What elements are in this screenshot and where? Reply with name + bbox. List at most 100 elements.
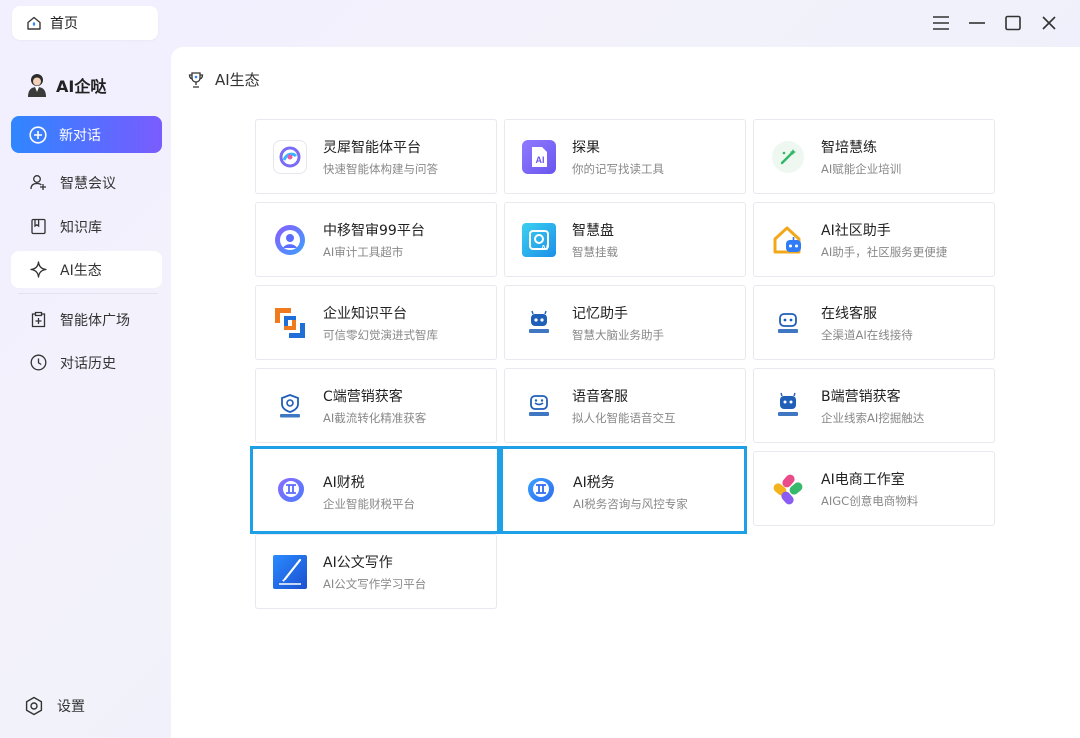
card-title: 灵犀智能体平台: [323, 140, 421, 156]
sidebar-item-ai-ecosystem[interactable]: AI生态: [11, 251, 162, 288]
app-card-zhihuipan[interactable]: AI 智慧盘 智慧挂载: [504, 202, 746, 277]
sidebar-item-label: 对话历史: [60, 355, 116, 372]
c-marketing-icon: [272, 388, 307, 423]
wand-logo-icon: [770, 139, 805, 174]
sidebar-item-label: 智能体广场: [60, 312, 130, 329]
card-title: B端营销获客: [821, 389, 901, 405]
card-title: AI社区助手: [821, 223, 891, 239]
sidebar-item-history[interactable]: 对话历史: [11, 344, 162, 381]
card-subtitle: AI助手，社区服务更便捷: [821, 245, 948, 259]
card-title: 智培慧练: [821, 140, 877, 156]
card-subtitle: 智慧挂载: [572, 245, 618, 259]
app-card-tanguo[interactable]: AI 探果 你的记写找读工具: [504, 119, 746, 194]
card-subtitle: 企业线索AI挖掘触达: [821, 411, 925, 425]
svg-text:AI: AI: [541, 245, 548, 252]
b-marketing-icon: [770, 388, 805, 423]
settings-icon: [25, 696, 43, 716]
menu-icon[interactable]: [930, 12, 952, 34]
sidebar-item-label: AI生态: [60, 262, 102, 279]
sparkle-icon: [30, 261, 47, 278]
settings-label: 设置: [57, 699, 85, 715]
brand: AI企哒: [26, 72, 106, 98]
app-card-voice-service[interactable]: 语音客服 拟人化智能语音交互: [504, 368, 746, 443]
lingxi-logo-icon: [272, 139, 307, 174]
card-subtitle: 可信零幻觉演进式智库: [323, 328, 438, 342]
app-card-zhongyi[interactable]: 中移智审99平台 AI审计工具超市: [255, 202, 497, 277]
card-subtitle: AI截流转化精准获客: [323, 411, 427, 425]
app-card-zhipei[interactable]: 智培慧练 AI赋能企业培训: [753, 119, 995, 194]
tax-logo-icon: [523, 473, 558, 508]
sidebar-item-meeting[interactable]: 智慧会议: [11, 164, 162, 201]
card-title: 记忆助手: [572, 306, 628, 322]
tax-logo-icon: [273, 473, 308, 508]
sidebar-item-agent-plaza[interactable]: 智能体广场: [11, 301, 162, 338]
brand-name: AI企哒: [56, 77, 107, 96]
sidebar-item-label: 智慧会议: [60, 175, 116, 192]
sidebar-item-label: 知识库: [60, 219, 102, 236]
square-plus-icon: [31, 311, 46, 328]
card-subtitle: AI赋能企业培训: [821, 162, 902, 176]
card-subtitle: 全渠道AI在线接待: [821, 328, 913, 342]
trophy-icon: [188, 71, 204, 88]
card-subtitle: AI公文写作学习平台: [323, 577, 427, 591]
card-title: 语音客服: [572, 389, 628, 405]
card-subtitle: AI税务咨询与风控专家: [573, 497, 688, 511]
app-card-lingxi[interactable]: 灵犀智能体平台 快速智能体构建与问答: [255, 119, 497, 194]
card-title: 探果: [572, 140, 600, 156]
ecommerce-logo-icon: [770, 471, 805, 506]
svg-text:AI: AI: [535, 155, 544, 165]
page-title: AI生态: [187, 69, 260, 90]
card-title: AI财税: [323, 475, 365, 491]
card-subtitle: 智慧大脑业务助手: [572, 328, 664, 342]
card-title: AI电商工作室: [821, 472, 905, 488]
app-card-enterprise-knowledge[interactable]: 企业知识平台 可信零幻觉演进式智库: [255, 285, 497, 360]
app-card-community[interactable]: AI社区助手 AI助手，社区服务更便捷: [753, 202, 995, 277]
new-chat-label: 新对话: [59, 127, 101, 144]
tab-home[interactable]: 首页: [12, 6, 158, 40]
card-title: AI税务: [573, 475, 615, 491]
app-card-ai-shuiwu[interactable]: AI税务 AI税务咨询与风控专家: [500, 446, 747, 534]
voice-bot-icon: [521, 388, 556, 423]
settings-button[interactable]: 设置: [24, 696, 85, 716]
card-subtitle: 拟人化智能语音交互: [572, 411, 676, 425]
card-subtitle: 企业智能财税平台: [323, 497, 415, 511]
maximize-icon[interactable]: [1002, 12, 1024, 34]
card-title: 在线客服: [821, 306, 877, 322]
main-panel: AI生态 灵犀智能体平台 快速智能体构建与问答 AI 探果 你的记写找读工具 智…: [171, 47, 1080, 738]
card-title: C端营销获客: [323, 389, 403, 405]
tanguo-logo-icon: AI: [521, 139, 556, 174]
card-title: 中移智审99平台: [323, 223, 425, 239]
app-card-online-service[interactable]: 在线客服 全渠道AI在线接待: [753, 285, 995, 360]
tab-home-label: 首页: [50, 16, 78, 32]
new-chat-button[interactable]: 新对话: [11, 116, 162, 153]
user-add-icon: [30, 175, 46, 190]
title-bar: 首页: [0, 0, 1080, 46]
knowledge-logo-icon: [272, 305, 307, 340]
app-card-b-marketing[interactable]: B端营销获客 企业线索AI挖掘触达: [753, 368, 995, 443]
app-card-c-marketing[interactable]: C端营销获客 AI截流转化精准获客: [255, 368, 497, 443]
service-bot-icon: [770, 305, 805, 340]
minimize-icon[interactable]: [966, 12, 988, 34]
house-bot-icon: [770, 222, 805, 257]
app-card-ai-ecommerce[interactable]: AI电商工作室 AIGC创意电商物料: [753, 451, 995, 526]
clock-icon: [30, 354, 47, 371]
disk-logo-icon: AI: [521, 222, 556, 257]
book-icon: [31, 218, 46, 235]
card-subtitle: 你的记写找读工具: [572, 162, 664, 176]
page-title-text: AI生态: [215, 71, 260, 89]
memory-bot-icon: [521, 305, 556, 340]
window-controls: [930, 12, 1060, 34]
close-icon[interactable]: [1038, 12, 1060, 34]
card-subtitle: AIGC创意电商物料: [821, 494, 919, 508]
audit-logo-icon: [272, 222, 307, 257]
card-subtitle: 快速智能体构建与问答: [323, 162, 438, 176]
card-title: AI公文写作: [323, 555, 393, 571]
plus-circle-icon: [29, 125, 47, 144]
app-card-ai-writing[interactable]: AI公文写作 AI公文写作学习平台: [255, 534, 497, 609]
sidebar-item-knowledge[interactable]: 知识库: [11, 208, 162, 245]
home-icon: [27, 16, 41, 30]
app-card-memory[interactable]: 记忆助手 智慧大脑业务助手: [504, 285, 746, 360]
app-card-ai-caishui[interactable]: AI财税 企业智能财税平台: [250, 446, 500, 534]
card-title: 企业知识平台: [323, 306, 407, 322]
card-title: 智慧盘: [572, 223, 614, 239]
